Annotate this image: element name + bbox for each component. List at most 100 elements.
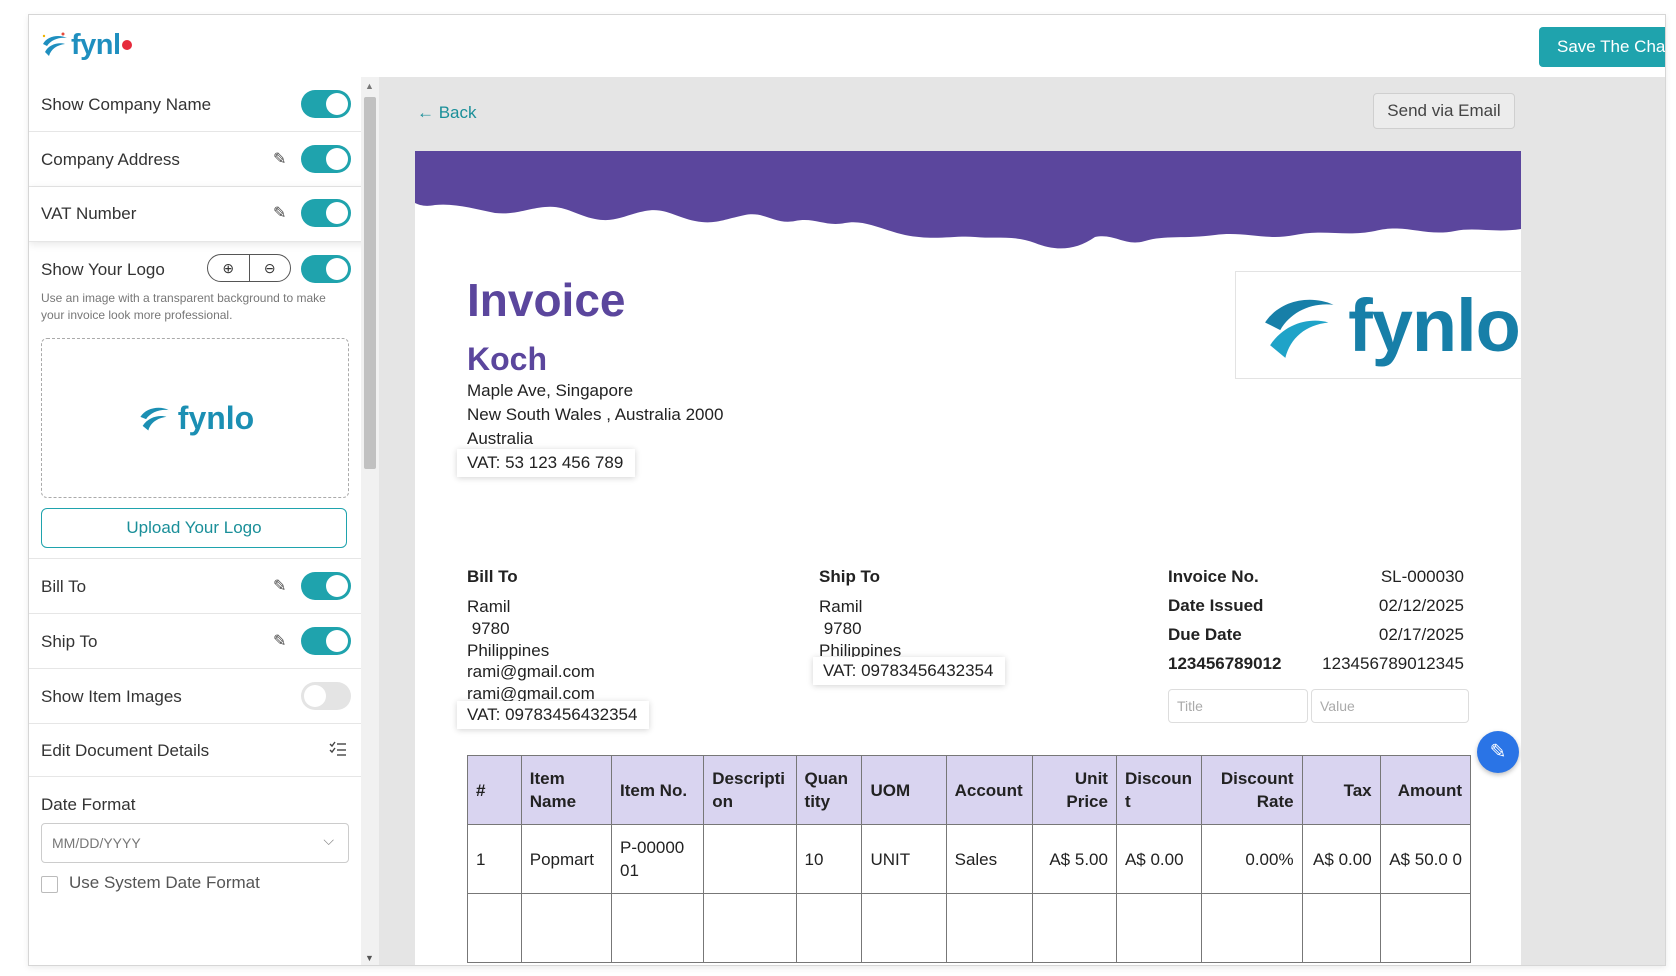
table-cell bbox=[703, 893, 797, 963]
meta-label: Date Issued bbox=[1168, 596, 1264, 615]
app-logo[interactable]: fynl bbox=[39, 25, 132, 65]
swirl-logo-icon bbox=[140, 407, 169, 431]
col-header: Quan tity bbox=[795, 755, 863, 825]
table-cell: 0.00% bbox=[1201, 824, 1303, 894]
vat-number-label: VAT Number bbox=[41, 204, 137, 223]
show-company-name-toggle[interactable] bbox=[301, 90, 351, 118]
back-link[interactable]: ← Back bbox=[417, 103, 477, 123]
checklist-icon[interactable] bbox=[329, 741, 347, 757]
bill-to-line: Ramil bbox=[467, 597, 511, 616]
ship-to-heading: Ship To bbox=[819, 567, 881, 586]
table-cell: A$ 5.00 bbox=[1031, 824, 1117, 894]
table-cell: A$ 0.00 bbox=[1301, 824, 1381, 894]
table-cell: P-00000 01 bbox=[610, 824, 705, 894]
top-bar: fynl Save The Cha bbox=[29, 15, 1665, 78]
logo-hint-text: Use an image with a transparent backgrou… bbox=[41, 291, 326, 322]
scrollbar-thumb[interactable] bbox=[364, 97, 376, 469]
preview-logo-text: fynlo bbox=[177, 399, 255, 436]
company-name: Koch bbox=[467, 341, 547, 377]
zoom-in-icon[interactable]: ⊕ bbox=[208, 255, 250, 281]
show-your-logo-label: Show Your Logo bbox=[41, 260, 165, 279]
bill-to-toggle[interactable] bbox=[301, 572, 351, 600]
table-cell bbox=[467, 893, 522, 963]
table-cell: 10 bbox=[795, 824, 863, 894]
row-show-company-name: Show Company Name bbox=[29, 77, 383, 132]
use-system-date-checkbox[interactable] bbox=[41, 876, 58, 893]
col-header: Descripti on bbox=[703, 755, 797, 825]
invoice-logo-text: fynlo bbox=[1348, 283, 1521, 367]
edit-pencil-icon[interactable]: ✎ bbox=[273, 576, 286, 596]
table-cell: Popmart bbox=[520, 824, 612, 894]
scroll-up-icon[interactable]: ▲ bbox=[365, 81, 374, 91]
row-date-format: Date Format MM/DD/YYYY ⌵ Use System Date… bbox=[29, 777, 383, 965]
scroll-down-icon[interactable]: ▼ bbox=[365, 953, 374, 963]
custom-value-input[interactable]: Value bbox=[1311, 689, 1469, 723]
edit-pencil-icon[interactable]: ✎ bbox=[273, 631, 286, 651]
invoice-logo: fynlo bbox=[1235, 271, 1521, 379]
col-header: Unit Price bbox=[1031, 755, 1117, 825]
col-header: Tax bbox=[1301, 755, 1381, 825]
show-item-images-toggle[interactable] bbox=[301, 682, 351, 710]
meta-label: Due Date bbox=[1168, 625, 1242, 644]
bill-to-heading: Bill To bbox=[467, 567, 518, 586]
logo-preview-dropzone[interactable]: fynlo bbox=[41, 338, 349, 498]
ship-to-toggle[interactable] bbox=[301, 627, 351, 655]
ship-to-label: Ship To bbox=[41, 632, 98, 651]
custom-value-placeholder: Value bbox=[1320, 698, 1355, 714]
vat-number-toggle[interactable] bbox=[301, 199, 351, 227]
row-show-your-logo: Show Your Logo ⊕ ⊖ Use an image with a t… bbox=[29, 242, 383, 559]
row-show-item-images: Show Item Images bbox=[29, 669, 383, 724]
company-address-line: New South Wales , Australia 2000 bbox=[467, 405, 724, 424]
custom-title-placeholder: Title bbox=[1177, 698, 1203, 714]
invoice-preview: Invoice Koch Maple Ave, Singapore New So… bbox=[415, 151, 1521, 965]
table-cell bbox=[520, 893, 612, 963]
ship-to-line: 9780 bbox=[819, 619, 862, 638]
show-your-logo-toggle[interactable] bbox=[301, 255, 351, 283]
col-header: Discount Rate bbox=[1201, 755, 1303, 825]
table-cell bbox=[795, 893, 863, 963]
save-changes-button[interactable]: Save The Cha bbox=[1539, 27, 1665, 67]
col-header: Item Name bbox=[520, 755, 612, 825]
zoom-out-icon[interactable]: ⊖ bbox=[250, 255, 291, 281]
table-header-row: # Item Name Item No. Descripti on Quan t… bbox=[467, 755, 1472, 825]
bill-to-label: Bill To bbox=[41, 577, 87, 596]
edit-document-details-label: Edit Document Details bbox=[41, 741, 210, 760]
company-address-toggle[interactable] bbox=[301, 145, 351, 173]
table-cell: UNIT bbox=[861, 824, 947, 894]
main-area: ← Back Send via Email Invoice Koch Maple… bbox=[379, 77, 1665, 965]
table-cell bbox=[610, 893, 705, 963]
table-row bbox=[467, 893, 1472, 963]
table-cell bbox=[1379, 893, 1472, 963]
meta-label: 123456789012 bbox=[1168, 654, 1282, 673]
custom-title-input[interactable]: Title bbox=[1168, 689, 1308, 723]
items-table: # Item Name Item No. Descripti on Quan t… bbox=[467, 755, 1472, 963]
company-address-line: Maple Ave, Singapore bbox=[467, 381, 634, 400]
date-format-select[interactable]: MM/DD/YYYY ⌵ bbox=[41, 823, 349, 863]
table-cell: Sales bbox=[945, 824, 1033, 894]
bill-to-vat: VAT: 09783456432354 bbox=[457, 701, 650, 729]
table-cell bbox=[1031, 893, 1117, 963]
logo-zoom-controls: ⊕ ⊖ bbox=[207, 254, 291, 282]
table-cell: A$ 50.0 0 bbox=[1379, 824, 1472, 894]
send-via-email-button[interactable]: Send via Email bbox=[1373, 93, 1515, 129]
meta-value: 02/12/2025 bbox=[1378, 596, 1464, 615]
edit-pencil-icon[interactable]: ✎ bbox=[273, 149, 286, 169]
row-company-address: Company Address ✎ bbox=[29, 132, 383, 187]
table-cell bbox=[861, 893, 947, 963]
swirl-logo-icon bbox=[1265, 299, 1334, 358]
edit-pencil-icon[interactable]: ✎ bbox=[273, 203, 286, 223]
edit-pencil-icon[interactable]: ✎ bbox=[1477, 731, 1519, 773]
company-address-line: Australia bbox=[467, 429, 534, 448]
table-cell: A$ 0.00 bbox=[1115, 824, 1203, 894]
use-system-date-label: Use System Date Format bbox=[69, 873, 260, 892]
date-format-value: MM/DD/YYYY bbox=[52, 835, 141, 851]
upload-logo-button[interactable]: Upload Your Logo bbox=[41, 508, 347, 548]
table-cell bbox=[703, 824, 797, 894]
sidebar-scrollbar[interactable]: ▲ ▼ bbox=[361, 77, 379, 965]
meta-value: 123456789012345 bbox=[1322, 654, 1464, 673]
table-cell bbox=[1301, 893, 1381, 963]
row-edit-document-details[interactable]: Edit Document Details bbox=[29, 724, 383, 777]
meta-value: SL-000030 bbox=[1380, 567, 1464, 586]
bill-to-line: Philippines bbox=[467, 641, 550, 660]
col-header: Account bbox=[945, 755, 1033, 825]
